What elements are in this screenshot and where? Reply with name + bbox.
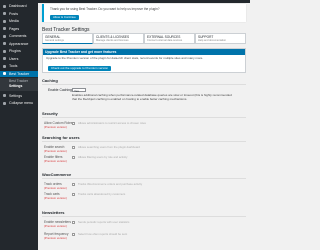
caching-row: Enable Caching Yes Enables additional ca… [42,87,246,108]
tab-clients-licenses[interactable]: CLIENTS & LICENSES Manage clients and li… [93,33,144,44]
sidebar-item-appearance[interactable]: Appearance [0,41,38,47]
sidebar-item-label: Appearance [9,41,29,46]
tab-subtitle: Help and documentation [198,39,227,42]
row-description: Tracks carts abandoned by customers [78,192,126,196]
opt-in-notice: Thank you for using Best Tracker. Do you… [42,4,246,22]
section-title-searching: Searching for users [42,135,80,140]
checkbox[interactable] [72,155,75,159]
gear-icon [3,94,6,97]
section-title-caching: Caching [42,78,58,83]
sidebar-item-tools[interactable]: Tools [0,63,38,69]
page-icon [3,27,6,30]
row-description: Tracks WooCommerce orders and purchase a… [78,182,143,186]
settings-tabs: GENERAL General settings CLIENTS & LICEN… [42,33,246,44]
section-divider [42,216,246,217]
sidebar-item-label: Plugins [9,49,21,53]
premium-hint: (Premium version) [44,224,67,228]
sidebar-item-label: Dashboard [9,4,27,8]
comment-icon [3,34,6,38]
section-divider [42,178,246,179]
sidebar-item-posts[interactable]: Posts [0,11,38,17]
sidebar-item-label: Pages [9,26,20,31]
section-title-woocommerce: WooCommerce [42,172,72,177]
upgrade-button[interactable]: Check out the upgrade to Premium version [48,66,112,71]
sidebar-item-label: Posts [9,11,18,16]
main-content: Thank you for using Best Tracker. Do you… [38,0,250,250]
plug-icon [3,49,6,53]
sidebar-item-label: Settings [9,93,22,98]
checkbox[interactable] [72,182,75,186]
pin-icon [3,12,6,15]
brush-icon [3,42,6,45]
section-title-security: Security [42,111,58,116]
caching-select[interactable]: Yes [72,87,86,92]
checkbox[interactable] [72,232,75,236]
notice-text: Thank you for using Best Tracker. Do you… [50,7,160,11]
sidebar-item-plugins[interactable]: Plugins [0,48,38,54]
sidebar-item-settings[interactable]: Settings [0,93,38,99]
dashboard-icon [3,4,6,8]
caching-description-line: that the file/object caching is enabled … [72,96,188,101]
row-description: Allows searching users from the plugin d… [78,145,140,149]
row-description: Select how often reports should be sent [78,232,128,236]
media-icon [3,19,6,23]
row-description: Allows filtering users by role and activ… [78,155,128,159]
submenu-item-settings[interactable]: Settings [0,84,38,89]
sidebar-item-label: Users [9,56,19,61]
sidebar-item-pages[interactable]: Pages [0,26,38,32]
sidebar-item-label: Comments [9,34,27,38]
tab-external-sources[interactable]: EXTERNAL SOURCES Connect external data s… [144,33,195,44]
wrench-icon [3,64,6,68]
tab-subtitle: Manage clients and licenses [96,39,129,42]
sidebar-submenu: Best Tracker Settings [0,78,38,91]
sidebar-collapse-menu[interactable]: Collapse menu [0,100,38,106]
sidebar-item-dashboard[interactable]: Dashboard [0,3,38,9]
sidebar-item-label: Collapse menu [9,101,33,105]
sidebar-item-comments[interactable]: Comments [0,33,38,39]
checkbox[interactable] [72,192,75,196]
upgrade-text: Upgrade to the Premium version of the pl… [46,56,204,60]
section-divider [42,84,246,85]
section-title-newsletters: Newsletters [42,210,65,215]
section-divider [42,117,246,118]
sidebar-item-media[interactable]: Media [0,18,38,24]
premium-hint: (Premium version) [44,159,67,163]
caching-description: Enables additional caching when performa… [72,93,232,102]
section-divider [42,141,246,142]
tab-general[interactable]: GENERAL General settings [42,33,93,44]
users-icon [3,57,6,60]
row-description: Sends periodic reports with user statist… [78,220,130,224]
checkbox[interactable] [72,121,75,125]
sidebar-item-label: Best Tracker [9,71,30,76]
sidebar-item-label: Media [9,19,19,23]
sidebar-item-best-tracker[interactable]: Best Tracker [0,70,38,77]
premium-hint: (Premium version) [44,186,67,190]
premium-hint: (Premium version) [44,236,67,240]
admin-top-bar [38,0,250,3]
premium-hint: (Premium version) [44,149,67,153]
chart-icon [3,72,6,75]
sidebar-item-users[interactable]: Users [0,56,38,62]
row-description: Allows administrators to restrict access… [78,121,146,125]
allow-continue-button[interactable]: Allow & Continue [50,15,79,20]
admin-sidebar: Dashboard Posts Media Pages Comments App… [0,0,38,250]
collapse-icon [3,101,6,105]
upgrade-panel: Upgrade Best Tracker and get more featur… [42,48,246,73]
tab-subtitle: Connect external data sources [147,39,183,42]
checkbox[interactable] [72,220,75,224]
sidebar-item-label: Tools [9,64,18,68]
premium-hint: (Premium version) [44,196,67,200]
checkbox[interactable] [72,145,75,149]
tab-subtitle: General settings [45,39,64,42]
tab-support[interactable]: SUPPORT Help and documentation [195,33,246,44]
caching-label: Enable Caching [48,88,72,92]
premium-hint: (Premium version) [44,125,67,129]
